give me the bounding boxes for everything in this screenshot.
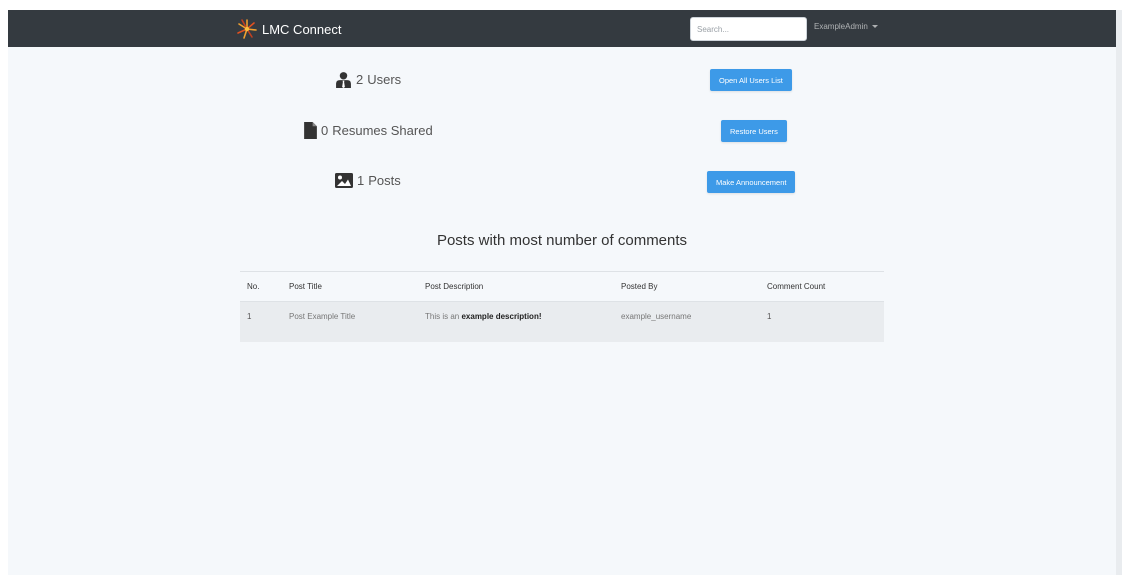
logo-icon [237,19,257,39]
users-icon [336,72,351,88]
resumes-label: Resumes Shared [332,123,433,138]
users-count: 2 [356,72,364,87]
description-text: This is an [425,312,462,321]
document-icon [304,122,317,139]
cell-posted-by: example_username [614,301,760,342]
column-header-posted-by: Posted By [614,271,760,302]
image-icon [335,173,353,188]
column-header-comment-count: Comment Count [760,271,884,302]
table-header-row: No. Post Title Post Description Posted B… [240,271,884,302]
posts-count: 1 [357,173,365,188]
stat-posts: 1 Posts [335,173,401,188]
table-row: 1 Post Example Title This is an example … [240,301,884,342]
column-header-no: No. [240,271,282,302]
page-scrollbar[interactable] [1116,10,1122,575]
column-header-title: Post Title [282,271,418,302]
brand-link[interactable]: LMC Connect [236,18,341,40]
open-users-list-button[interactable]: Open All Users List [710,69,792,91]
search-input[interactable] [690,17,807,41]
cell-comment-count: 1 [760,301,884,342]
posts-table: No. Post Title Post Description Posted B… [240,271,884,342]
make-announcement-button[interactable]: Make Announcement [707,171,796,193]
section-title: Posts with most number of comments [436,232,688,249]
user-menu-dropdown[interactable]: ExampleAdmin [814,22,878,31]
posts-label: Posts [368,173,401,188]
caret-down-icon [871,25,878,28]
cell-post-description: This is an example description! [418,301,614,342]
resumes-count: 0 [321,123,329,138]
restore-users-button[interactable]: Restore Users [721,120,787,142]
navbar: LMC Connect ExampleAdmin [8,10,1116,47]
brand-name: LMC Connect [262,21,342,37]
users-label: Users [367,72,402,87]
column-header-description: Post Description [418,271,614,302]
user-menu-label: ExampleAdmin [814,22,868,31]
cell-no: 1 [240,301,282,342]
cell-post-title: Post Example Title [282,301,418,342]
stat-resumes: 0 Resumes Shared [304,122,433,139]
description-bold-text: example description! [461,312,542,321]
app-frame: LMC Connect ExampleAdmin 2 Users 0 Resum… [8,10,1116,575]
stat-users: 2 Users [335,71,401,88]
